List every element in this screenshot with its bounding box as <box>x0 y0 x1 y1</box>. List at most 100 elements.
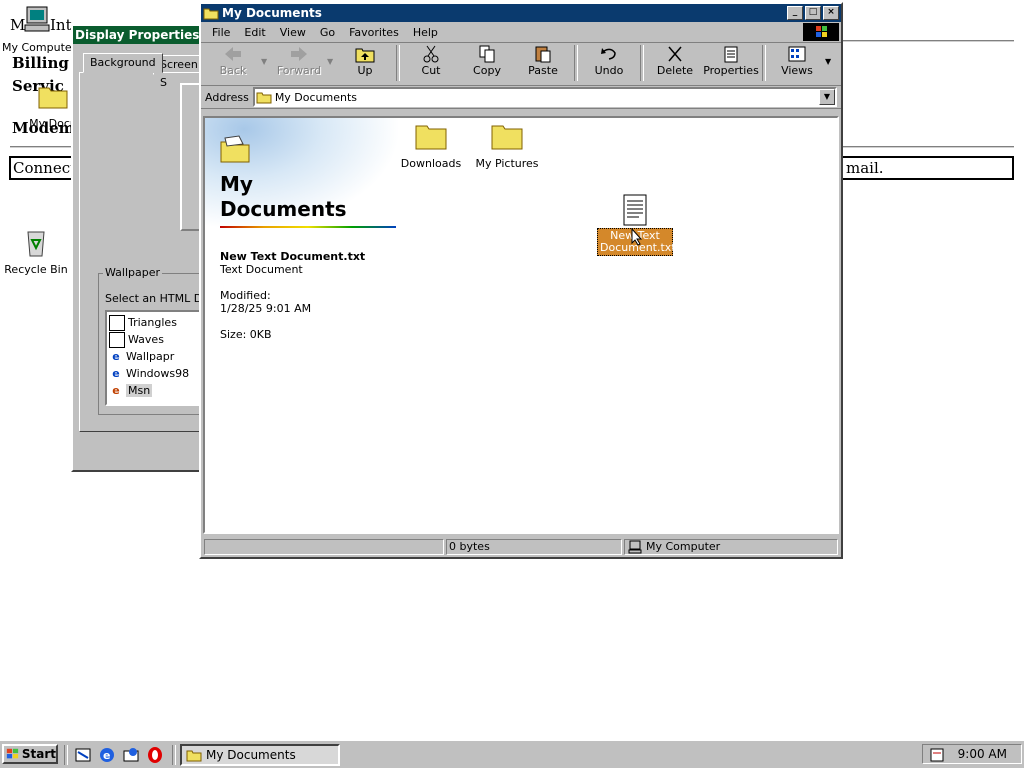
info-modified-value: 1/28/25 9:01 AM <box>220 302 312 315</box>
undo-button[interactable]: Undo <box>581 43 637 83</box>
info-title-line: Documents <box>220 197 347 221</box>
forward-label: Forward <box>276 64 322 77</box>
undo-label: Undo <box>594 64 624 77</box>
open-folder-icon <box>220 135 250 163</box>
page-divider <box>840 40 1014 42</box>
new-text-document-file[interactable]: New Text Document.txt <box>597 194 676 256</box>
wallpaper-list-items: Triangles Waves e Wallpapr e Windows98 e… <box>109 314 189 399</box>
paste-button[interactable]: Paste <box>515 43 571 83</box>
start-label: Start <box>21 747 56 761</box>
my-documents-window: My Documents _ □ × File Edit View Go Fav… <box>199 2 843 559</box>
menu-help[interactable]: Help <box>406 26 445 39</box>
close-button[interactable]: × <box>823 6 839 20</box>
clock[interactable]: 9:00 AM <box>958 747 1007 761</box>
menu-file[interactable]: File <box>205 26 237 39</box>
start-button[interactable]: Start <box>2 744 58 764</box>
mouse-cursor-icon <box>631 228 643 246</box>
html-icon: e <box>112 383 120 397</box>
copy-button[interactable]: Copy <box>459 43 515 83</box>
menu-favorites[interactable]: Favorites <box>342 26 406 39</box>
back-label: Back <box>219 64 247 77</box>
forward-dropdown[interactable]: ▼ <box>327 43 337 66</box>
tab-panel: Wallpaper Select an HTML Do Triangles Wa… <box>79 72 220 432</box>
svg-text:e: e <box>103 749 110 762</box>
tab-background[interactable]: Background <box>83 53 163 73</box>
my-pictures-folder[interactable]: My Pictures <box>467 122 547 170</box>
list-item[interactable]: e Windows98 <box>109 365 189 382</box>
back-button[interactable]: Back <box>205 43 261 83</box>
status-bar: 0 bytes My Computer <box>203 538 839 556</box>
status-size: 0 bytes <box>446 539 622 555</box>
folder-view[interactable]: My Documents New Text Document.txt Text … <box>203 116 839 534</box>
status-objects <box>204 539 444 555</box>
outlook-express-icon[interactable] <box>122 746 140 764</box>
list-item-label: Triangles <box>128 316 177 329</box>
windows-logo-icon <box>6 748 19 759</box>
minimize-button[interactable]: _ <box>787 6 803 20</box>
select-html-label: Select an HTML Do <box>105 292 209 305</box>
delete-button[interactable]: Delete <box>647 43 703 83</box>
list-item-selected[interactable]: e Msn <box>109 382 189 399</box>
wallpaper-group-label: Wallpaper <box>103 266 163 279</box>
views-dropdown[interactable]: ▼ <box>825 43 835 66</box>
wallpaper-icon <box>109 314 125 331</box>
html-icon: e <box>112 349 120 363</box>
folder-icon <box>256 92 272 104</box>
list-item[interactable]: e Wallpapr <box>109 348 189 365</box>
explorer-titlebar[interactable]: My Documents _ □ × <box>201 4 841 22</box>
list-item[interactable]: Waves <box>109 331 189 348</box>
list-item[interactable]: Triangles <box>109 314 189 331</box>
list-item-label: Waves <box>128 333 164 346</box>
downloads-folder[interactable]: Downloads <box>391 122 471 170</box>
cut-button[interactable]: Cut <box>403 43 459 83</box>
menu-go[interactable]: Go <box>313 26 342 39</box>
show-desktop-icon[interactable] <box>74 746 92 764</box>
views-icon <box>788 46 806 62</box>
menu-view[interactable]: View <box>273 26 313 39</box>
menu-edit[interactable]: Edit <box>237 26 272 39</box>
windows-logo-icon <box>803 23 839 41</box>
up-button[interactable]: Up <box>337 43 393 83</box>
taskbar: Start e My Documents 9:00 AM <box>0 740 1024 768</box>
standard-toolbar: Back ▼ Forward ▼ Up Cut Copy Paste Undo <box>201 43 841 86</box>
cut-label: Cut <box>421 64 441 77</box>
wallpaper-list[interactable]: Triangles Waves e Wallpapr e Windows98 e… <box>105 310 209 406</box>
folder-icon <box>203 8 219 20</box>
my-computer-desktop-icon[interactable]: My Computer <box>2 4 76 54</box>
address-field[interactable]: My Documents ▼ <box>252 87 837 107</box>
display-properties-titlebar[interactable]: Display Properties <box>73 26 205 44</box>
opera-icon[interactable] <box>146 746 164 764</box>
folder-icon <box>38 87 68 109</box>
wallpaper-icon <box>109 331 125 348</box>
folder-icon <box>186 750 202 762</box>
forward-button[interactable]: Forward <box>271 43 327 83</box>
recycle-bin-desktop-icon[interactable]: Recycle Bin <box>4 226 68 276</box>
back-dropdown[interactable]: ▼ <box>261 43 271 66</box>
web-view-info-pane: My Documents New Text Document.txt Text … <box>205 118 401 532</box>
undo-icon <box>601 48 616 60</box>
info-size: Size: 0KB <box>220 328 272 341</box>
list-item-label: Msn <box>126 384 153 397</box>
maximize-button[interactable]: □ <box>805 6 821 20</box>
text-file-icon <box>623 194 647 226</box>
window-title: Display Properties <box>75 28 200 42</box>
taskbar-button-label: My Documents <box>206 748 296 762</box>
internet-explorer-icon[interactable]: e <box>98 746 116 764</box>
file-label: Downloads <box>400 157 462 170</box>
properties-button[interactable]: Properties <box>703 43 759 83</box>
address-bar: Address My Documents ▼ <box>201 86 841 109</box>
tray-scheduler-icon[interactable] <box>929 747 947 763</box>
info-title-line: My <box>220 172 253 196</box>
toolbar-separator <box>640 45 644 81</box>
toolbar-separator <box>762 45 766 81</box>
taskbar-button-my-documents[interactable]: My Documents <box>180 744 340 766</box>
list-item-label: Windows98 <box>126 367 190 380</box>
taskbar-separator <box>172 745 176 765</box>
views-button[interactable]: Views <box>769 43 825 83</box>
copy-label: Copy <box>473 64 501 77</box>
info-file-name: New Text Document.txt <box>220 250 366 263</box>
address-dropdown-button[interactable]: ▼ <box>819 89 835 105</box>
folder-icon <box>491 125 523 150</box>
desktop-icon-label: Recycle Bin <box>4 263 68 276</box>
views-label: Views <box>781 64 813 77</box>
